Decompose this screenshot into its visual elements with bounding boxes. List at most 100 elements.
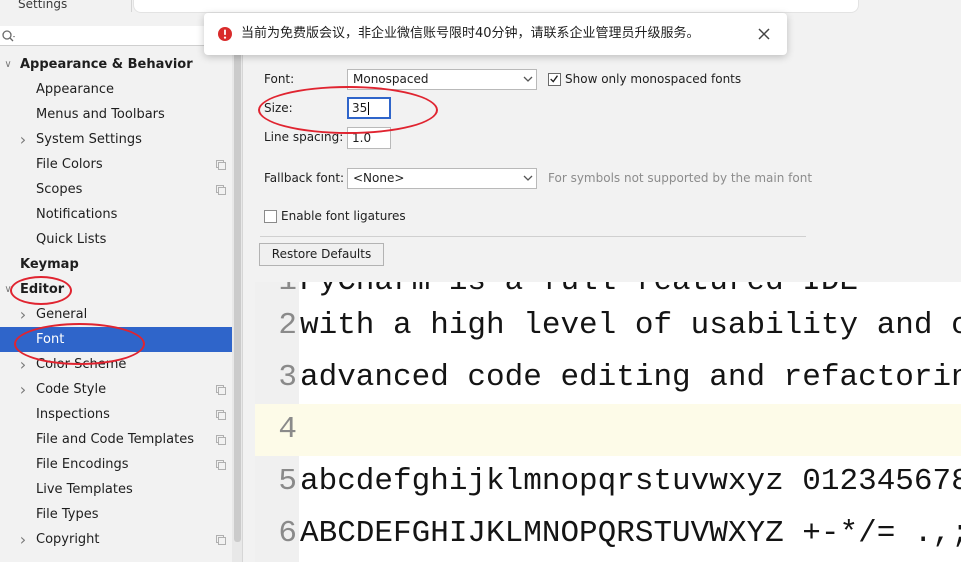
project-scope-icon bbox=[216, 460, 226, 470]
project-scope-icon bbox=[216, 435, 226, 445]
sidebar-item-color-scheme[interactable]: › Color Scheme bbox=[0, 352, 242, 377]
sidebar-item-label: Notifications bbox=[36, 207, 118, 222]
line-spacing-input[interactable]: 1.0 bbox=[347, 127, 391, 149]
settings-divider bbox=[260, 236, 806, 237]
line-spacing-value: 1.0 bbox=[352, 131, 372, 145]
text-caret bbox=[368, 102, 370, 115]
sidebar-item-file-and-code-templates[interactable]: File and Code Templates bbox=[0, 427, 242, 452]
sidebar-scrollbar-thumb[interactable] bbox=[234, 52, 241, 542]
chevron-down-icon[interactable]: ∨ bbox=[2, 277, 14, 302]
settings-search[interactable] bbox=[0, 26, 232, 46]
sidebar-item-label: Editor bbox=[20, 282, 65, 297]
sidebar-item-label: Scopes bbox=[36, 182, 83, 197]
chevron-down-icon bbox=[523, 175, 533, 181]
sidebar-item-quick-lists[interactable]: Quick Lists bbox=[0, 227, 242, 252]
font-combobox[interactable]: Monospaced bbox=[347, 69, 537, 90]
close-icon[interactable] bbox=[757, 27, 771, 41]
chevron-right-icon[interactable]: › bbox=[17, 352, 29, 377]
sidebar-item-label: Color Scheme bbox=[36, 357, 127, 372]
sidebar-item-scopes[interactable]: Scopes bbox=[0, 177, 242, 202]
sidebar-item-label: File Types bbox=[36, 507, 99, 522]
show-monospaced-checkbox[interactable] bbox=[548, 73, 561, 86]
line-spacing-label: Line spacing: bbox=[264, 130, 344, 144]
sidebar-item-label: Inspections bbox=[36, 407, 110, 422]
sidebar-item-menus-and-toolbars[interactable]: Menus and Toolbars bbox=[0, 102, 242, 127]
sidebar-item-file-types[interactable]: File Types bbox=[0, 502, 242, 527]
line-number: 4 bbox=[278, 412, 297, 447]
line-text: advanced code editing and refactoring su… bbox=[300, 360, 961, 395]
line-text: with a high level of usability and outst… bbox=[300, 308, 961, 343]
chevron-right-icon[interactable]: › bbox=[17, 527, 29, 552]
sidebar-item-label: File Encodings bbox=[36, 457, 129, 472]
restore-defaults-button[interactable]: Restore Defaults bbox=[259, 243, 384, 266]
project-scope-icon bbox=[216, 385, 226, 395]
sidebar-item-font[interactable]: Font bbox=[0, 327, 242, 352]
sidebar-item-label: Copyright bbox=[36, 532, 100, 547]
sidebar-item-code-style[interactable]: › Code Style bbox=[0, 377, 242, 402]
sidebar-item-system-settings[interactable]: › System Settings bbox=[0, 127, 242, 152]
sidebar-item-live-templates[interactable]: Live Templates bbox=[0, 477, 242, 502]
chevron-right-icon[interactable]: › bbox=[17, 127, 29, 152]
sidebar-item-label: Appearance & Behavior bbox=[20, 57, 193, 72]
window-title: Settings bbox=[18, 0, 68, 11]
line-number: 5 bbox=[278, 464, 297, 499]
sidebar-item-inspections[interactable]: Inspections bbox=[0, 402, 242, 427]
project-scope-icon bbox=[216, 410, 226, 420]
font-combobox-value: Monospaced bbox=[353, 72, 429, 86]
current-line-highlight bbox=[255, 404, 961, 456]
size-value: 35 bbox=[352, 101, 368, 115]
fallback-font-label: Fallback font: bbox=[264, 171, 345, 185]
project-scope-icon bbox=[216, 185, 226, 195]
chevron-down-icon[interactable]: ∨ bbox=[2, 52, 14, 77]
show-monospaced-label: Show only monospaced fonts bbox=[565, 72, 742, 86]
line-number: 2 bbox=[278, 308, 297, 343]
font-label: Font: bbox=[264, 72, 295, 86]
top-panel bbox=[133, 0, 859, 13]
error-icon bbox=[218, 27, 232, 41]
sidebar-item-label: Appearance bbox=[36, 82, 115, 97]
search-input[interactable] bbox=[18, 26, 230, 45]
sidebar-item-file-colors[interactable]: File Colors bbox=[0, 152, 242, 177]
line-number: 3 bbox=[278, 360, 297, 395]
chevron-right-icon[interactable]: › bbox=[17, 377, 29, 402]
font-ligatures-checkbox[interactable] bbox=[264, 210, 277, 223]
sidebar-item-label: General bbox=[36, 307, 88, 322]
line-text: abcdefghijklmnopqrstuvwxyz 0123456789 ()… bbox=[300, 464, 961, 499]
sidebar-item-label: Quick Lists bbox=[36, 232, 107, 247]
font-ligatures-label: Enable font ligatures bbox=[281, 209, 406, 223]
chevron-down-icon bbox=[523, 76, 533, 82]
chevron-right-icon[interactable]: › bbox=[17, 302, 29, 327]
size-label: Size: bbox=[264, 101, 293, 115]
checkmark-icon bbox=[550, 75, 559, 83]
sidebar-item-label: File Colors bbox=[36, 157, 103, 172]
font-preview-editor[interactable]: 1PyCharm is a full-featured IDE2with a h… bbox=[255, 282, 961, 562]
sidebar-item-label: Menus and Toolbars bbox=[36, 107, 165, 122]
sidebar-item-keymap[interactable]: Keymap bbox=[0, 252, 242, 277]
sidebar-item-label: Code Style bbox=[36, 382, 107, 397]
sidebar-item-file-encodings[interactable]: File Encodings bbox=[0, 452, 242, 477]
project-scope-icon bbox=[216, 535, 226, 545]
size-input[interactable]: 35 bbox=[347, 97, 391, 119]
sidebar-item-editor[interactable]: ∨ Editor bbox=[0, 277, 242, 302]
search-icon bbox=[2, 30, 15, 42]
line-text: ABCDEFGHIJKLMNOPQRSTUVWXYZ +-*/= .,;:!? … bbox=[300, 516, 961, 551]
project-scope-icon bbox=[216, 160, 226, 170]
sidebar-item-label: Live Templates bbox=[36, 482, 133, 497]
meeting-notification: 当前为免费版会议，非企业微信账号限时40分钟，请联系企业管理员升级服务。 bbox=[204, 13, 787, 55]
sidebar-item-label: Font bbox=[36, 332, 65, 347]
line-number: 6 bbox=[278, 516, 297, 551]
sidebar-item-notifications[interactable]: Notifications bbox=[0, 202, 242, 227]
title-separator bbox=[131, 0, 132, 12]
settings-sidebar: ∨ Appearance & Behavior Appearance Menus an… bbox=[0, 22, 243, 562]
sidebar-item-appearance-behavior[interactable]: ∨ Appearance & Behavior bbox=[0, 52, 242, 77]
fallback-font-value: <None> bbox=[353, 171, 405, 185]
sidebar-item-appearance[interactable]: Appearance bbox=[0, 77, 242, 102]
sidebar-item-copyright[interactable]: › Copyright bbox=[0, 527, 242, 552]
sidebar-item-label: File and Code Templates bbox=[36, 432, 194, 447]
sidebar-item-label: Keymap bbox=[20, 257, 79, 272]
sidebar-item-label: System Settings bbox=[36, 132, 142, 147]
fallback-font-hint: For symbols not supported by the main fo… bbox=[548, 171, 813, 185]
notification-text: 当前为免费版会议，非企业微信账号限时40分钟，请联系企业管理员升级服务。 bbox=[241, 26, 700, 41]
fallback-font-combobox[interactable]: <None> bbox=[347, 168, 537, 189]
sidebar-item-general[interactable]: › General bbox=[0, 302, 242, 327]
